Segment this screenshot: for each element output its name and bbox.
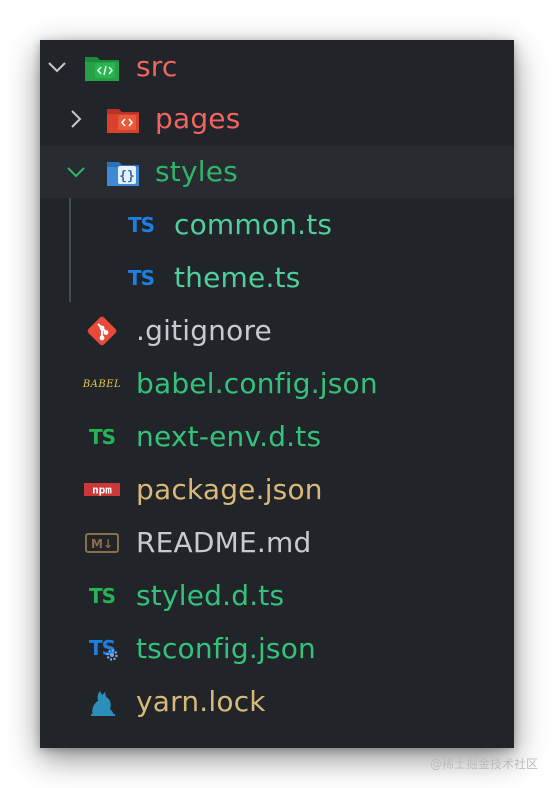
chevron-down-icon[interactable] xyxy=(64,160,88,184)
tree-item-label: README.md xyxy=(136,526,312,559)
tree-item-label: theme.ts xyxy=(174,261,301,294)
markdown-icon: M↓ xyxy=(83,526,121,560)
gear-icon xyxy=(106,649,118,661)
tree-item-styles[interactable]: {} styles xyxy=(40,146,514,198)
npm-icon: npm xyxy=(83,473,121,507)
tree-item-package-json[interactable]: npm package.json xyxy=(40,464,514,516)
tree-item-label: styled.d.ts xyxy=(136,579,285,612)
typescript-def-icon: TS xyxy=(88,584,116,608)
tree-item-styled-dts[interactable]: TS styled.d.ts xyxy=(40,570,514,622)
git-icon xyxy=(83,314,121,348)
tree-item-label: src xyxy=(136,50,178,83)
tree-item-next-env[interactable]: TS next-env.d.ts xyxy=(40,411,514,463)
folder-source-icon xyxy=(83,50,121,84)
yarn-cat-icon xyxy=(83,685,121,719)
chevron-right-icon[interactable] xyxy=(64,107,88,131)
watermark-text: @稀土掘金技术社区 xyxy=(429,757,538,771)
tree-item-label: .gitignore xyxy=(136,314,272,347)
tree-item-label: package.json xyxy=(136,473,323,506)
tree-item-label: yarn.lock xyxy=(136,685,266,718)
file-explorer-panel: src pages {} styles TS common.ts TS them… xyxy=(40,40,514,748)
folder-pages-icon xyxy=(104,102,142,136)
chevron-down-icon[interactable] xyxy=(45,55,69,79)
tree-item-gitignore[interactable]: .gitignore xyxy=(40,305,514,357)
svg-text:npm: npm xyxy=(92,484,112,497)
tree-item-common-ts[interactable]: TS common.ts xyxy=(40,199,514,251)
svg-text:M↓: M↓ xyxy=(91,537,113,551)
tree-item-label: common.ts xyxy=(174,208,333,241)
typescript-icon: TS xyxy=(127,266,155,290)
tree-item-babel-config[interactable]: BABEL babel.config.json xyxy=(40,358,514,410)
tree-item-src[interactable]: src xyxy=(40,41,514,93)
tree-item-yarn-lock[interactable]: yarn.lock xyxy=(40,676,514,728)
tree-item-label: next-env.d.ts xyxy=(136,420,322,453)
typescript-def-icon: TS xyxy=(88,425,116,449)
babel-icon: BABEL xyxy=(82,378,122,390)
tree-item-readme[interactable]: M↓ README.md xyxy=(40,517,514,569)
tree-item-label: pages xyxy=(155,102,241,135)
tree-item-label: styles xyxy=(155,155,238,188)
tree-item-theme-ts[interactable]: TS theme.ts xyxy=(40,252,514,304)
tsconfig-icon: TS xyxy=(83,632,121,666)
svg-text:{}: {} xyxy=(119,169,135,184)
typescript-icon: TS xyxy=(127,213,155,237)
tree-item-label: tsconfig.json xyxy=(136,632,316,665)
tree-item-label: babel.config.json xyxy=(136,367,378,400)
tree-item-tsconfig[interactable]: TS tsconfig.json xyxy=(40,623,514,675)
folder-styles-icon: {} xyxy=(104,155,142,189)
tree-item-pages[interactable]: pages xyxy=(40,93,514,145)
